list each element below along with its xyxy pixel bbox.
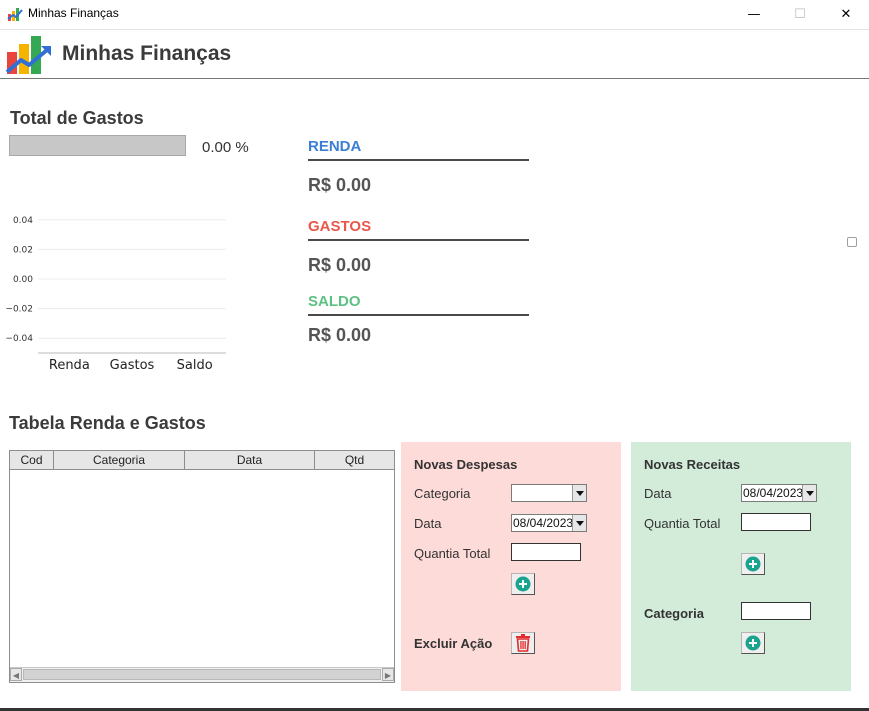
chart-ytick-label: 0.04 — [13, 216, 33, 226]
receita-quantia-label: Quantia Total — [644, 516, 721, 531]
renda-value: R$ 0.00 — [308, 175, 372, 195]
plus-circle-icon — [745, 635, 761, 651]
renda-gastos-table[interactable]: Cod Categoria Data Qtd ◀ ▶ — [9, 450, 395, 683]
table-header: Cod Categoria Data Qtd — [10, 451, 394, 470]
chevron-down-icon[interactable] — [572, 515, 586, 531]
close-button[interactable]: ✕ — [831, 4, 861, 24]
despesa-categoria-combobox[interactable] — [511, 484, 587, 502]
scroll-right-icon[interactable]: ▶ — [382, 668, 394, 681]
novas-receitas-panel: Novas Receitas Data 08/04/2023 Quantia T… — [631, 442, 851, 691]
add-categoria-button[interactable] — [741, 632, 765, 654]
progress-percent-text: 0.00 % — [202, 139, 249, 156]
novas-receitas-title: Novas Receitas — [644, 457, 741, 472]
chevron-down-icon[interactable] — [572, 485, 586, 501]
gastos-progress-bar — [9, 135, 186, 156]
column-header-categoria[interactable]: Categoria — [54, 451, 185, 469]
gastos-label: GASTOS — [308, 218, 372, 235]
app-small-icon — [7, 8, 23, 21]
excluir-acao-label: Excluir Ação — [414, 636, 493, 651]
receita-categoria-input[interactable] — [741, 602, 811, 620]
saldo-label: SALDO — [308, 293, 361, 310]
total-gastos-title: Total de Gastos — [10, 108, 144, 128]
chart-xtick-label: Saldo — [177, 358, 213, 373]
delete-button[interactable] — [511, 632, 535, 654]
despesa-quantia-input[interactable] — [511, 543, 581, 561]
saldo-divider — [308, 314, 529, 316]
receita-date-picker[interactable]: 08/04/2023 — [741, 484, 817, 502]
gastos-value: R$ 0.00 — [308, 255, 372, 275]
chevron-down-icon[interactable] — [802, 485, 816, 501]
renda-gastos-chart: 0.04 0.02 0.00 −0.02 −0.04 Renda Gastos Saldo — [5, 216, 226, 373]
receita-date-value: 08/04/2023 — [743, 486, 802, 500]
minimize-button[interactable]: — — [739, 4, 769, 24]
trash-icon — [516, 634, 530, 652]
despesa-categoria-label: Categoria — [414, 486, 471, 501]
despesa-data-label: Data — [414, 516, 442, 531]
plus-circle-icon — [515, 576, 531, 592]
saldo-value: R$ 0.00 — [308, 325, 372, 345]
app-header: Minhas Finanças — [0, 30, 869, 79]
receita-data-label: Data — [644, 486, 672, 501]
column-header-qtd[interactable]: Qtd — [315, 451, 394, 469]
chart-ytick-label: −0.04 — [5, 334, 33, 344]
bar-chart-growth-icon — [5, 36, 51, 74]
plus-circle-icon — [745, 556, 761, 572]
tabela-title: Tabela Renda e Gastos — [9, 413, 206, 433]
window-title: Minhas Finanças — [28, 6, 119, 20]
horizontal-scrollbar[interactable]: ◀ ▶ — [10, 667, 394, 682]
renda-label: RENDA — [308, 138, 362, 155]
despesa-date-value: 08/04/2023 — [513, 516, 572, 530]
scroll-left-icon[interactable]: ◀ — [10, 668, 22, 681]
receita-quantia-input[interactable] — [741, 513, 811, 531]
side-checkbox[interactable] — [847, 237, 857, 247]
gastos-divider — [308, 239, 529, 241]
chart-ytick-label: −0.02 — [5, 305, 33, 315]
maximize-button[interactable]: ☐ — [785, 4, 815, 24]
renda-divider — [308, 159, 529, 161]
column-header-cod[interactable]: Cod — [10, 451, 54, 469]
chart-ytick-label: 0.00 — [13, 275, 33, 285]
chart-xtick-label: Renda — [49, 358, 90, 373]
novas-despesas-panel: Novas Despesas Categoria Data 08/04/2023… — [401, 442, 621, 691]
chart-xtick-label: Gastos — [110, 358, 155, 373]
column-header-data[interactable]: Data — [185, 451, 315, 469]
despesa-date-picker[interactable]: 08/04/2023 — [511, 514, 587, 532]
despesa-quantia-label: Quantia Total — [414, 546, 491, 561]
add-despesa-button[interactable] — [511, 573, 535, 595]
add-receita-button[interactable] — [741, 553, 765, 575]
window-title-bar: Minhas Finanças — ☐ ✕ — [0, 0, 869, 30]
scroll-thumb[interactable] — [23, 669, 381, 680]
novas-despesas-title: Novas Despesas — [414, 457, 518, 472]
receita-categoria-label: Categoria — [644, 606, 704, 621]
chart-ytick-label: 0.02 — [13, 245, 33, 255]
app-title: Minhas Finanças — [62, 42, 232, 65]
